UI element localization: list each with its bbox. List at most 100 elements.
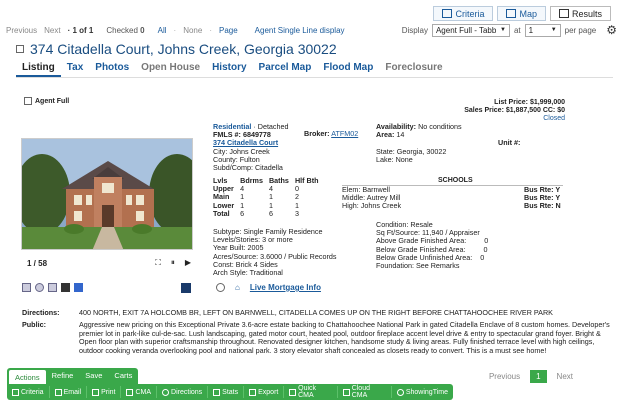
tab-history[interactable]: History — [206, 60, 252, 77]
pager-next[interactable]: Next — [557, 372, 573, 381]
gear-icon[interactable]: ⚙ — [606, 23, 617, 37]
tab-photos[interactable]: Photos — [89, 60, 135, 77]
listing-photo[interactable] — [21, 138, 193, 250]
search-icon — [12, 388, 19, 396]
export-icon — [249, 388, 257, 396]
directions-icon — [162, 388, 170, 396]
photo-icon[interactable] — [22, 283, 31, 292]
view-tabs: Criteria Map Results — [433, 6, 611, 21]
schools-heading: SCHOOLS — [438, 177, 473, 184]
pager-current-page[interactable]: 1 — [530, 370, 547, 383]
agent-full-option: Agent Full — [24, 97, 69, 105]
criteria-icon — [442, 9, 453, 18]
per-page-label: per page — [564, 25, 597, 35]
agent-full-checkbox[interactable] — [24, 97, 32, 105]
stats-button[interactable]: Stats — [208, 386, 245, 398]
notes-icon[interactable] — [61, 283, 70, 292]
stats-icon — [213, 388, 221, 396]
action-tabs: Actions Refine Save Carts — [7, 368, 139, 385]
select-all-link[interactable]: All — [158, 26, 167, 35]
features-list: Subtype: Single Family Residence Levels/… — [213, 227, 337, 278]
print-button[interactable]: Print — [87, 386, 122, 398]
sales-price: Sales Price: $1,887,500 CC: $0 — [464, 107, 565, 114]
tab-save[interactable]: Save — [79, 368, 108, 385]
tab-carts[interactable]: Carts — [108, 368, 138, 385]
map-tab[interactable]: Map — [497, 6, 546, 21]
house-photo — [22, 139, 192, 249]
quick-cma-button[interactable]: Quick CMA — [284, 385, 338, 399]
photo-counter: 1 / 58 — [27, 258, 48, 268]
directions-button[interactable]: Directions — [157, 386, 209, 398]
cloud-icon — [342, 388, 350, 396]
tab-actions[interactable]: Actions — [9, 370, 46, 385]
bus-routes: Bus Rte: Y Bus Rte: Y Bus Rte: N — [524, 185, 561, 211]
pause-icon[interactable]: ⏸ — [171, 258, 175, 268]
print-icon — [92, 388, 100, 396]
rooms-table: Lvls Bdrms Baths Hlf Bth Upper 4 4 0 Main 1 1 2 L… — [213, 176, 325, 218]
unit-label: Unit #: — [498, 138, 521, 147]
select-page-link[interactable]: Page — [219, 26, 238, 35]
public-remarks: Public: Aggressive new pricing on this E… — [22, 320, 614, 355]
criteria-tab[interactable]: Criteria — [433, 6, 494, 21]
next-link[interactable]: Next — [44, 26, 60, 35]
listing-checkbox[interactable] — [16, 45, 24, 53]
previous-link[interactable]: Previous — [6, 26, 37, 35]
action-bar: Criteria Email Print CMA Directions Stat… — [7, 384, 453, 400]
tab-foreclosure[interactable]: Foreclosure — [379, 60, 448, 77]
display-label: Display — [401, 25, 428, 35]
listing-icon-row — [22, 283, 83, 292]
live-mortgage-link[interactable]: Live Mortgage Info — [250, 283, 321, 292]
agent-single-line-link[interactable]: Agent Single Line display — [255, 26, 345, 35]
list-price: List Price: $1,999,000 — [494, 99, 565, 106]
showingtime-button[interactable]: ShowingTime — [392, 386, 453, 398]
globe-icon[interactable] — [35, 283, 44, 292]
public-remarks-text: Aggressive new pricing on this Exception… — [79, 320, 610, 355]
listing-tabs: Listing Tax Photos Open House History Pa… — [16, 60, 613, 78]
showingtime-icon — [396, 388, 404, 396]
save-icon[interactable] — [181, 283, 191, 293]
listing-address: 374 Citadella Court, Johns Creek, Georgi… — [30, 41, 337, 57]
pager: Previous 1 Next — [489, 370, 573, 383]
fullscreen-icon[interactable]: ⛶ — [155, 258, 161, 268]
tab-open-house[interactable]: Open House — [135, 60, 206, 77]
at-label: at — [513, 25, 521, 35]
cloud-cma-button[interactable]: Cloud CMA — [338, 385, 392, 399]
price-block: List Price: $1,999,000 Sales Price: $1,8… — [464, 99, 565, 123]
broker-info: Broker: ATFM02 — [304, 129, 359, 138]
directions-text: 400 NORTH, EXIT 7A HOLCOMB BR, LEFT ON B… — [79, 308, 553, 317]
tab-listing[interactable]: Listing — [16, 60, 61, 77]
tab-tax[interactable]: Tax — [61, 60, 90, 77]
tab-refine[interactable]: Refine — [46, 368, 80, 385]
play-icon[interactable]: ▶ — [185, 258, 191, 268]
checked-label: Checked 0 — [106, 25, 145, 35]
chevron-down-icon: ▼ — [500, 27, 506, 33]
dollar-icon[interactable] — [216, 283, 225, 292]
criteria-button[interactable]: Criteria — [7, 386, 50, 398]
chevron-down-icon: ▼ — [550, 27, 557, 33]
mortgage-row: ⌂ Live Mortgage Info — [216, 283, 321, 292]
results-icon — [558, 9, 569, 18]
photo-controls: 1 / 58 ⛶ ⏸ ▶ — [27, 258, 191, 268]
export-button[interactable]: Export — [244, 386, 285, 398]
pager-previous[interactable]: Previous — [489, 372, 520, 381]
tab-flood-map[interactable]: Flood Map — [317, 60, 379, 77]
per-page-select[interactable]: 1 ▼ — [524, 23, 561, 37]
results-toolbar: Previous Next · 1 of 1 Checked 0 All · N… — [6, 23, 617, 37]
email-button[interactable]: Email — [50, 386, 88, 398]
select-none-link[interactable]: None — [183, 26, 202, 35]
table-row: Total 6 6 3 — [213, 208, 299, 218]
mortgage-icon[interactable]: ⌂ — [235, 283, 240, 292]
listing-summary: Residential · Detached FMLS #: 6849778 3… — [213, 122, 289, 173]
address-row: 374 Citadella Court, Johns Creek, Georgi… — [16, 41, 337, 57]
tab-parcel-map[interactable]: Parcel Map — [253, 60, 318, 77]
schools-list: Elem: Barnwell Middle: Autrey Mill High:… — [342, 185, 402, 211]
condition-list: Condition: Resale Sq Ft/Source: 11,940 /… — [376, 220, 489, 271]
document-icon[interactable] — [48, 283, 57, 292]
directions-row: Directions: 400 NORTH, EXIT 7A HOLCOMB B… — [22, 308, 553, 317]
broker-link[interactable]: ATFM02 — [331, 129, 358, 138]
results-tab[interactable]: Results — [549, 6, 611, 21]
display-select[interactable]: Agent Full - Tabbed ▼ — [431, 23, 510, 37]
email-icon[interactable] — [74, 283, 83, 292]
cma-icon — [126, 388, 134, 396]
cma-button[interactable]: CMA — [121, 386, 158, 398]
